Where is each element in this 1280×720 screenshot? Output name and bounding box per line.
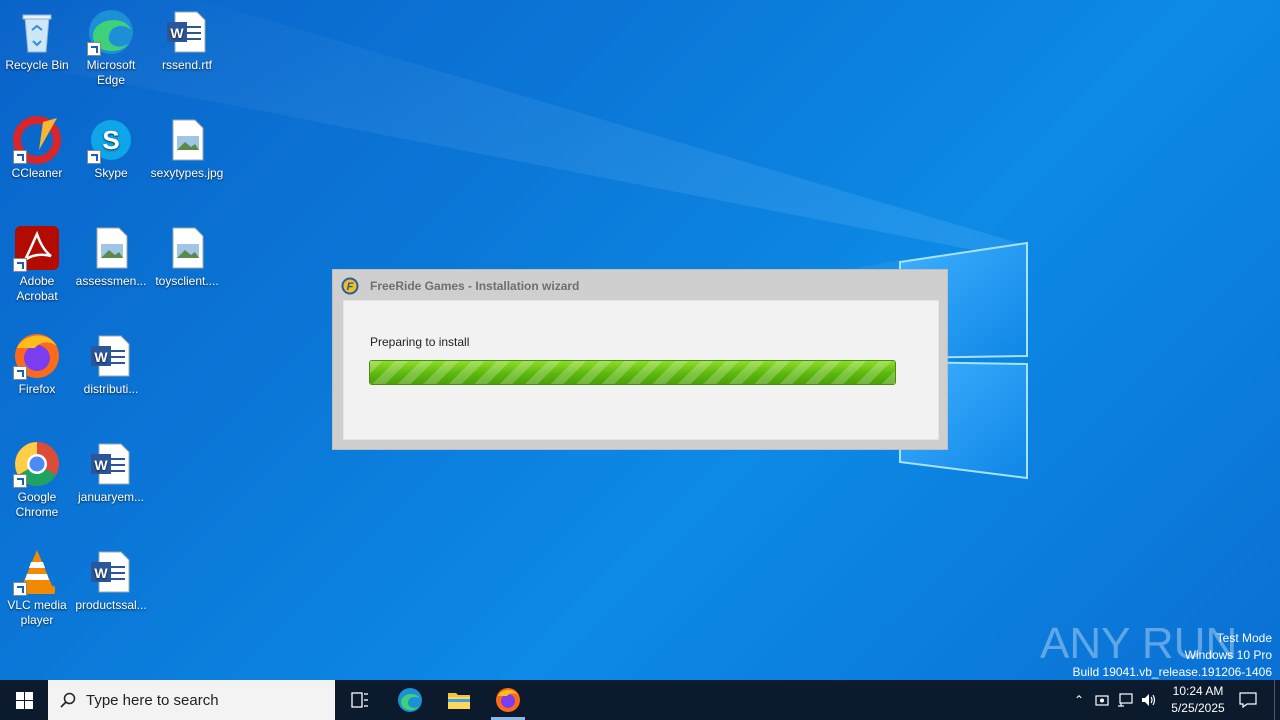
network-icon[interactable] xyxy=(1116,692,1134,708)
freeride-logo-icon: F xyxy=(341,277,359,295)
search-icon xyxy=(60,692,76,708)
dialog-titlebar[interactable]: F FreeRide Games - Installation wizard xyxy=(341,275,579,297)
desktop-icon[interactable]: Wdistributi... xyxy=(74,332,148,397)
word-document-icon: W xyxy=(87,440,135,488)
dialog-title: FreeRide Games - Installation wizard xyxy=(370,279,580,293)
vlc-icon xyxy=(13,548,61,596)
shortcut-arrow-icon xyxy=(13,366,27,380)
dialog-content: Preparing to install xyxy=(343,300,939,440)
svg-text:F: F xyxy=(347,281,354,293)
edge-icon xyxy=(398,688,422,712)
show-hidden-icons-chevron-icon[interactable]: ⌃ xyxy=(1070,693,1088,707)
folder-icon xyxy=(448,693,470,709)
skype-icon: S xyxy=(87,116,135,164)
recycle-bin-icon xyxy=(13,8,61,56)
windows-logo-icon xyxy=(15,691,33,709)
acrobat-icon xyxy=(13,224,61,272)
desktop-icon[interactable]: S Skype xyxy=(74,116,148,181)
shortcut-arrow-icon xyxy=(87,150,101,164)
desktop-icon[interactable]: Firefox xyxy=(0,332,74,397)
search-placeholder: Type here to search xyxy=(86,691,219,709)
desktop-icon-label: Adobe Acrobat xyxy=(16,274,58,303)
shortcut-arrow-icon xyxy=(13,150,27,164)
desktop-icon-label: Google Chrome xyxy=(15,490,59,519)
desktop-icon[interactable]: Adobe Acrobat xyxy=(0,224,74,304)
desktop-icon[interactable]: Wproductssal... xyxy=(74,548,148,613)
taskbar-file-explorer[interactable] xyxy=(439,680,479,720)
desktop-icon[interactable]: toysclient.... xyxy=(150,224,224,289)
svg-text:S: S xyxy=(102,125,119,155)
svg-text:W: W xyxy=(94,565,108,581)
taskbar-search-box[interactable]: Type here to search xyxy=(48,680,335,720)
desktop-icon[interactable]: sexytypes.jpg xyxy=(150,116,224,181)
svg-text:W: W xyxy=(94,457,108,473)
desktop-icon-label: januaryem... xyxy=(77,490,145,504)
desktop-icon[interactable]: VLC media player xyxy=(0,548,74,628)
task-view-icon xyxy=(351,692,368,708)
desktop-icon-label: toysclient.... xyxy=(155,274,219,288)
svg-text:W: W xyxy=(94,349,108,365)
desktop-icon[interactable]: Recycle Bin xyxy=(0,8,74,73)
watermark-line-3: Build 19041.vb_release.191206-1406 xyxy=(1072,665,1273,679)
desktop-icon-label: distributi... xyxy=(83,382,139,396)
image-file-icon xyxy=(87,224,135,272)
show-desktop-button[interactable] xyxy=(1274,680,1275,720)
desktop-icon-label: productssal... xyxy=(75,598,147,612)
desktop-icon[interactable]: CCleaner xyxy=(0,116,74,181)
desktop-icon-label: sexytypes.jpg xyxy=(150,166,224,180)
edge-icon xyxy=(87,8,135,56)
word-document-icon: W xyxy=(87,548,135,596)
firefox-icon xyxy=(13,332,61,380)
shortcut-arrow-icon xyxy=(87,42,101,56)
image-file-icon xyxy=(163,116,211,164)
desktop-icon[interactable]: assessmen... xyxy=(74,224,148,289)
word-document-icon: W xyxy=(87,332,135,380)
desktop-icon[interactable]: Wrssend.rtf xyxy=(150,8,224,73)
desktop-icon[interactable]: Google Chrome xyxy=(0,440,74,520)
task-view-button[interactable] xyxy=(340,680,380,720)
ccleaner-icon xyxy=(13,116,61,164)
taskbar-edge[interactable] xyxy=(390,680,430,720)
system-tray: ⌃ xyxy=(1070,680,1158,720)
svg-text:W: W xyxy=(170,25,184,41)
action-center-button[interactable] xyxy=(1236,680,1260,720)
chrome-icon xyxy=(13,440,61,488)
desktop-icon-label: Firefox xyxy=(18,382,56,396)
desktop-icon-label: rssend.rtf xyxy=(161,58,212,72)
desktop-icon-label: Recycle Bin xyxy=(5,58,69,72)
shortcut-arrow-icon xyxy=(13,474,27,488)
taskbar-clock[interactable]: 10:24 AM 5/25/2025 xyxy=(1160,683,1236,717)
firefox-icon xyxy=(496,688,520,712)
desktop-icon[interactable]: Wjanuaryem... xyxy=(74,440,148,505)
notification-icon xyxy=(1239,692,1257,708)
word-document-icon: W xyxy=(163,8,211,56)
install-progress-bar xyxy=(369,360,896,385)
shortcut-arrow-icon xyxy=(13,582,27,596)
install-status-text: Preparing to install xyxy=(370,335,470,349)
image-file-icon xyxy=(163,224,211,272)
desktop-icon-label: Microsoft Edge xyxy=(86,58,136,87)
desktop-icon-label: CCleaner xyxy=(11,166,63,180)
start-button[interactable] xyxy=(0,680,48,720)
shortcut-arrow-icon xyxy=(13,258,27,272)
progress-fill xyxy=(370,361,895,384)
clock-date: 5/25/2025 xyxy=(1171,701,1225,715)
installer-dialog: F FreeRide Games - Installation wizard P… xyxy=(333,270,947,449)
desktop-icon-label: assessmen... xyxy=(75,274,147,288)
desktop-icon-label: Skype xyxy=(94,166,128,180)
desktop-icon[interactable]: Microsoft Edge xyxy=(74,8,148,88)
test-mode-watermark: Test Mode Windows 10 Pro Build 19041.vb_… xyxy=(1073,630,1273,681)
taskbar: Type here to search ⌃ 10:24 AM 5/25/2025 xyxy=(0,680,1280,720)
watermark-line-1: Test Mode xyxy=(1216,631,1272,645)
volume-icon[interactable] xyxy=(1140,692,1158,708)
meet-now-icon[interactable] xyxy=(1094,692,1110,708)
taskbar-firefox[interactable] xyxy=(488,680,528,720)
desktop-icon-label: VLC media player xyxy=(7,598,67,627)
watermark-line-2: Windows 10 Pro xyxy=(1184,648,1272,662)
clock-time: 10:24 AM xyxy=(1172,684,1224,698)
